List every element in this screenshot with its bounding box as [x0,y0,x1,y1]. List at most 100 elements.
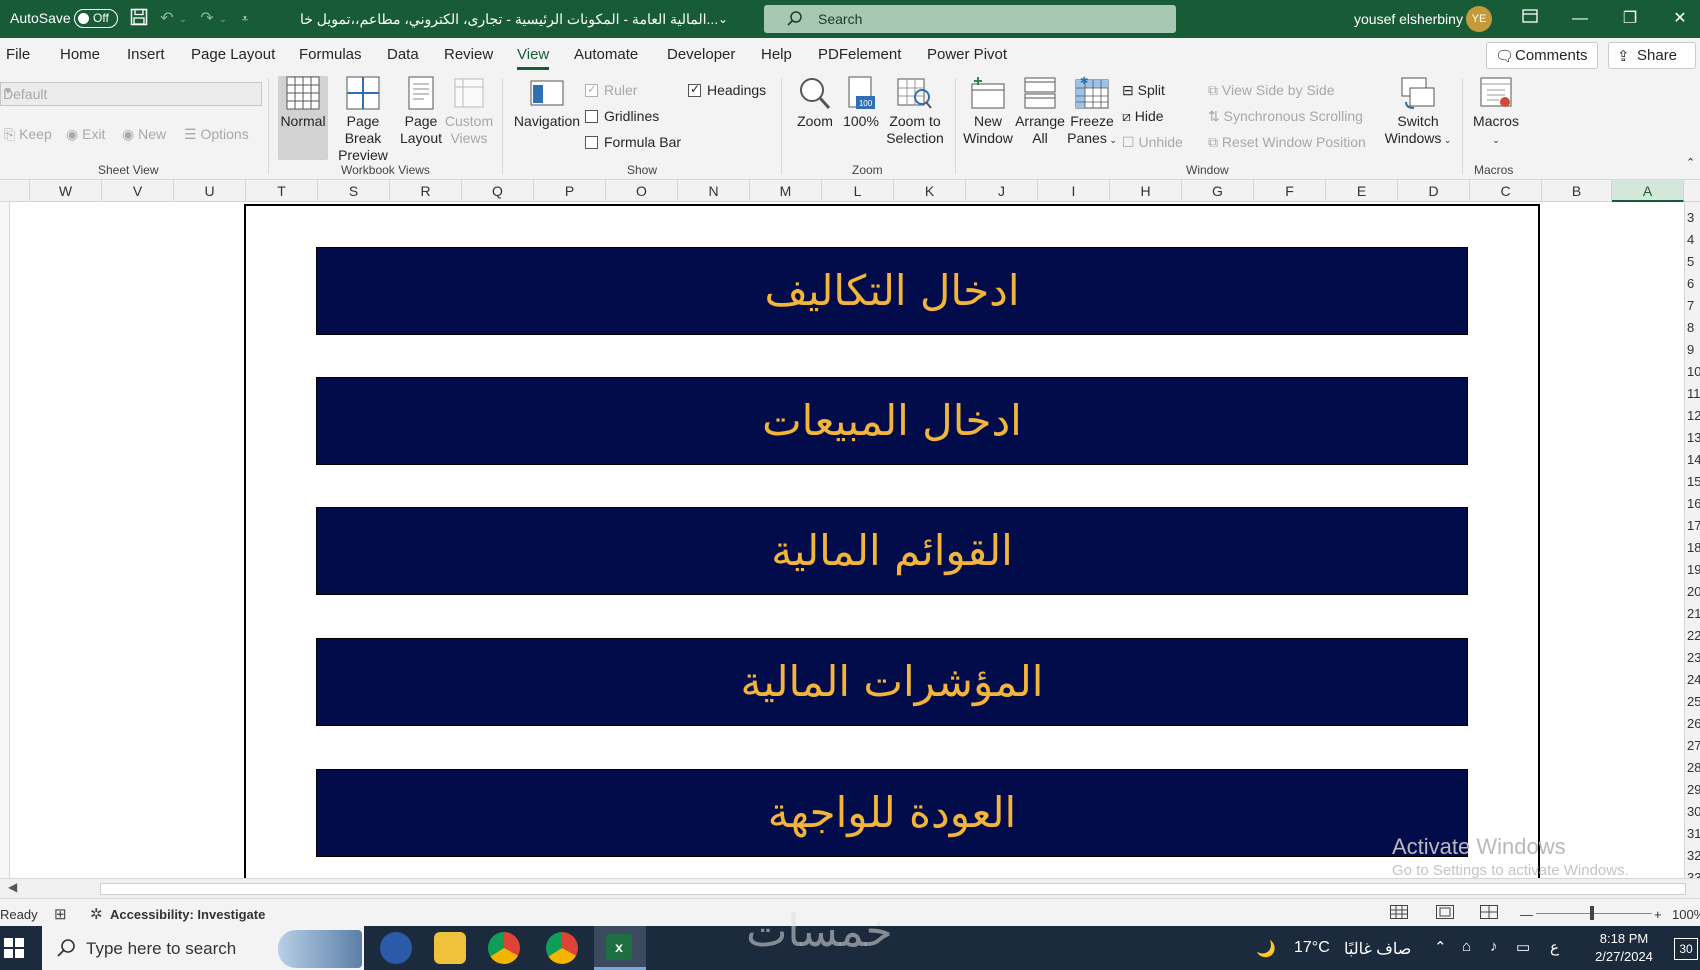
page-layout-view-button[interactable]: Page Layout [398,76,444,147]
accessibility-status[interactable]: Accessibility: Investigate [110,907,265,922]
row-header[interactable]: 19 [1687,562,1700,577]
sheet-view-select[interactable]: Default ▼ [0,82,262,106]
new-view-button[interactable]: ◉ New [122,126,166,143]
row-header[interactable]: 4 [1687,232,1700,247]
notification-center-icon[interactable]: 30 [1674,938,1698,960]
zoom-slider-thumb[interactable] [1590,906,1594,920]
close-icon[interactable]: ✕ [1660,8,1700,30]
comments-button[interactable]: 🗨 Comments [1486,42,1598,69]
column-header[interactable]: G [1182,180,1254,202]
redo-dropdown-icon[interactable]: ⌄ [212,8,234,30]
column-header[interactable]: Q [462,180,534,202]
page-break-preview-button[interactable]: Page Break Preview [328,76,398,164]
customize-toolbar-icon[interactable]: ⩡ [234,8,256,30]
row-header[interactable]: 9 [1687,342,1700,357]
column-header[interactable]: U [174,180,246,202]
clock[interactable]: 8:18 PM 2/27/2024 [1580,930,1668,966]
zoom-slider[interactable] [1536,913,1652,914]
row-header[interactable]: 28 [1687,760,1700,775]
input-language[interactable]: ع [1550,938,1559,956]
keep-button[interactable]: ⎘ Keep [4,126,52,143]
column-header-selected[interactable]: A [1612,180,1684,202]
synchronous-scrolling-button[interactable]: ⇅ Synchronous Scrolling [1208,108,1363,125]
row-header[interactable]: 16 [1687,496,1700,511]
financial-indicators-button[interactable]: المؤشرات المالية [316,638,1468,726]
vertical-scrollbar-left[interactable] [0,202,10,884]
chevron-up-icon[interactable]: ⌃ [1434,938,1447,956]
document-title[interactable]: المالية العامة - المكونات الرئيسية - تجا… [300,11,720,28]
column-header[interactable]: J [966,180,1038,202]
column-header[interactable]: W [30,180,102,202]
column-header[interactable]: V [102,180,174,202]
excel-taskbar-item[interactable]: x [594,926,646,970]
row-header[interactable]: 15 [1687,474,1700,489]
macro-record-icon[interactable]: ⊞ [54,905,67,923]
column-header[interactable]: N [678,180,750,202]
column-header[interactable]: L [822,180,894,202]
row-header[interactable]: 24 [1687,672,1700,687]
weather-moon-icon[interactable]: 🌙 [1256,939,1276,959]
row-header[interactable]: 6 [1687,276,1700,291]
volume-icon[interactable]: ♪ [1490,938,1498,955]
ribbon-display-icon[interactable] [1510,8,1550,30]
accessibility-icon[interactable]: ✲ [90,905,103,923]
column-header[interactable]: S [318,180,390,202]
horizontal-scrollbar[interactable]: ◀ [0,878,1700,898]
row-header[interactable]: 30 [1687,804,1700,819]
custom-views-button[interactable]: Custom Views [444,76,494,147]
restore-icon[interactable]: ❐ [1610,8,1650,30]
row-header[interactable]: 14 [1687,452,1700,467]
column-header[interactable]: K [894,180,966,202]
search-box[interactable]: Search [764,5,1176,33]
avatar[interactable]: YE [1466,6,1492,32]
sales-entry-button[interactable]: ادخال المبيعات [316,377,1468,465]
chrome-icon[interactable] [488,932,520,964]
zoom-to-selection-button[interactable]: Zoom to Selection [882,76,948,147]
select-all-corner[interactable] [0,180,30,202]
financial-statements-button[interactable]: القوائم المالية [316,507,1468,595]
row-header[interactable]: 18 [1687,540,1700,555]
row-header[interactable]: 17 [1687,518,1700,533]
back-to-front-button[interactable]: العودة للواجهة [316,769,1468,857]
save-icon[interactable] [128,8,150,30]
tab-view[interactable]: View [517,46,550,70]
share-button[interactable]: ⇪ Share [1608,42,1696,69]
row-header[interactable]: 5 [1687,254,1700,269]
zoom-100-button[interactable]: 100 100% [840,76,882,130]
tab-data[interactable]: Data [387,46,419,63]
normal-view-button[interactable]: Normal [278,76,328,130]
gridlines-checkbox[interactable]: Gridlines [585,108,659,124]
row-header[interactable]: 12 [1687,408,1700,423]
weather-description[interactable]: صاف غالبًا [1344,939,1411,959]
normal-view-icon[interactable] [1390,905,1408,923]
hide-button[interactable]: ⧄ Hide [1122,108,1164,125]
reset-window-position-button[interactable]: ⧉ Reset Window Position [1208,134,1366,151]
scrollbar-thumb[interactable] [100,883,1686,895]
zoom-level[interactable]: 100% [1672,907,1700,922]
column-header[interactable]: D [1398,180,1470,202]
tab-power-pivot[interactable]: Power Pivot [927,46,1007,63]
page-layout-view-icon[interactable] [1436,905,1454,923]
tab-file[interactable]: File [6,46,30,63]
split-button[interactable]: ⊟ Split [1122,82,1165,99]
row-header[interactable]: 11 [1687,386,1700,401]
row-header[interactable]: 23 [1687,650,1700,665]
new-window-button[interactable]: New Window [962,76,1014,147]
tab-automate[interactable]: Automate [574,46,638,63]
zoom-button[interactable]: Zoom [790,76,840,130]
row-header[interactable]: 21 [1687,606,1700,621]
worksheet-area[interactable]: ادخال التكاليف ادخال المبيعات القوائم ال… [10,202,1684,884]
column-header[interactable]: C [1470,180,1542,202]
battery-icon[interactable]: ▭ [1516,938,1530,956]
row-header[interactable]: 13 [1687,430,1700,445]
column-header[interactable]: R [390,180,462,202]
tab-insert[interactable]: Insert [127,46,165,63]
taskbar-search[interactable]: Type here to search [42,926,364,970]
row-header[interactable]: 32 [1687,848,1700,863]
switch-windows-button[interactable]: Switch Windows ⌄ [1380,76,1456,149]
row-header[interactable]: 29 [1687,782,1700,797]
zoom-out-icon[interactable]: — [1520,907,1533,922]
row-header[interactable]: 7 [1687,298,1700,313]
tab-developer[interactable]: Developer [667,46,735,63]
exit-button[interactable]: ◉ Exit [66,126,105,143]
